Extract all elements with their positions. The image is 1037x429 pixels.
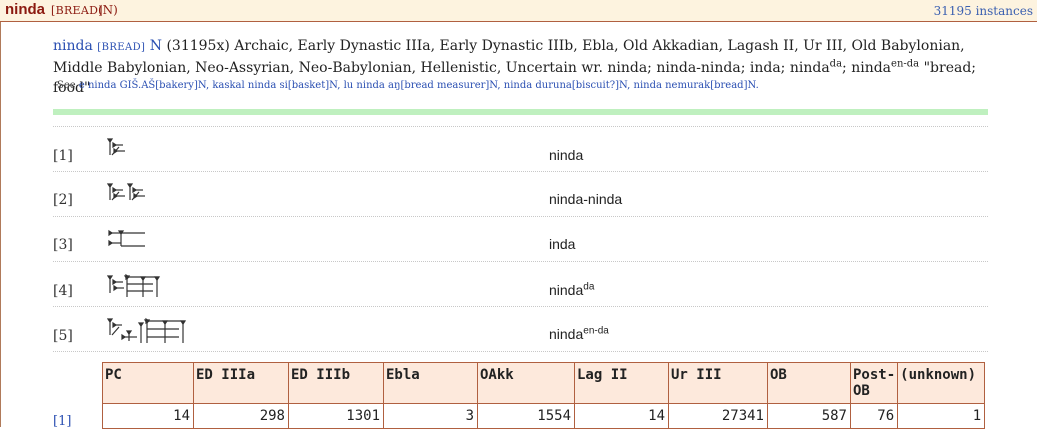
stats-header[interactable]: Lag II: [574, 362, 669, 404]
row-separator: [53, 216, 988, 217]
stats-cell[interactable]: 3: [383, 403, 478, 429]
see-link[interactable]: ninda duruna[biscuit?]N: [504, 80, 627, 91]
stats-cell[interactable]: 1554: [477, 403, 575, 429]
entry-forms: ninda; ninda-ninda; inda; ninda: [607, 60, 830, 76]
ninda-ninda-cuneiform-icon: [107, 183, 145, 201]
ninda-da-cuneiform-icon: [107, 273, 161, 297]
header-word[interactable]: ninda: [5, 1, 45, 18]
stats-cell[interactable]: 298: [193, 403, 289, 429]
stats-cell[interactable]: 14: [574, 403, 669, 429]
entry-form-sup1: da: [829, 58, 843, 70]
form-index[interactable]: [1]: [53, 148, 73, 164]
entry-form-tail: ; ninda: [842, 60, 892, 76]
stats-header[interactable]: (unknown): [897, 362, 986, 404]
see-also: See e ninda GIŠ.AŠ[bakery]N, kaskal nind…: [57, 80, 759, 91]
stats-header[interactable]: OAkk: [477, 362, 575, 404]
ninda-en-da-cuneiform-icon: [107, 317, 187, 343]
row-separator: [53, 351, 988, 352]
form-index[interactable]: [2]: [53, 192, 73, 208]
inda-cuneiform-icon: [108, 229, 145, 247]
see-link[interactable]: kaskal ninda si[basket]N: [212, 80, 337, 91]
row-separator: [53, 261, 988, 262]
stats-cell[interactable]: 1301: [288, 403, 384, 429]
header-sense: [BREAD]: [51, 4, 103, 17]
stats-header[interactable]: Ur III: [668, 362, 768, 404]
header-bar: ninda [BREAD] (N) 31195 instances: [0, 0, 1037, 22]
form-transliteration: ninda: [549, 147, 584, 163]
instances-link[interactable]: 31195 instances: [934, 4, 1033, 18]
see-link[interactable]: lu ninda aŋ[bread measurer]N: [344, 80, 498, 91]
form-index[interactable]: [4]: [53, 283, 73, 299]
form-transliteration: ninda-ninda: [549, 191, 623, 207]
stats-cell[interactable]: 27341: [668, 403, 768, 429]
section-divider: [53, 109, 988, 115]
stats-cell[interactable]: 1: [897, 403, 986, 429]
stats-header[interactable]: ED IIIa: [193, 362, 289, 404]
stats-header[interactable]: OB: [767, 362, 851, 404]
see-label: See: [57, 80, 76, 91]
stats-cell[interactable]: 14: [102, 403, 194, 429]
entry-pos[interactable]: N: [150, 38, 162, 54]
see-link[interactable]: ninda nemurak[bread]N.: [634, 80, 759, 91]
entry-word-link[interactable]: ninda: [53, 38, 93, 54]
see-link[interactable]: e ninda GIŠ.AŠ[bakery]N: [79, 80, 206, 91]
header-pos: (N): [98, 3, 118, 17]
form-transliteration: nindaen-da: [549, 325, 609, 342]
entry-wr-label: wr.: [581, 60, 603, 76]
stats-cell[interactable]: 587: [767, 403, 851, 429]
form-transliteration: nindada: [549, 281, 595, 298]
stats-header[interactable]: Post-OB: [849, 362, 899, 404]
form-transliteration: inda: [549, 236, 576, 252]
stats-header[interactable]: PC: [102, 362, 194, 404]
entry-count: (31195x): [166, 38, 230, 54]
stats-row: 14 298 1301 3 1554 14 27341 587 76 1: [102, 403, 986, 429]
form-index[interactable]: [3]: [53, 237, 73, 253]
stats-header[interactable]: ED IIIb: [288, 362, 384, 404]
stats-header[interactable]: Ebla: [383, 362, 478, 404]
period-stats-table: PC ED IIIa ED IIIb Ebla OAkk Lag II Ur I…: [102, 362, 986, 429]
ninda-cuneiform-icon: [107, 138, 125, 156]
entry-form-sup2: en-da: [891, 58, 920, 70]
entry-sense[interactable]: [BREAD]: [97, 42, 145, 53]
row-separator: [53, 306, 988, 307]
form-index[interactable]: [5]: [53, 328, 73, 344]
row-separator: [53, 126, 988, 127]
stats-cell[interactable]: 76: [849, 403, 899, 429]
row-separator: [53, 171, 988, 172]
stats-header-row: PC ED IIIa ED IIIb Ebla OAkk Lag II Ur I…: [102, 362, 986, 404]
page-left-border: [0, 0, 1, 427]
